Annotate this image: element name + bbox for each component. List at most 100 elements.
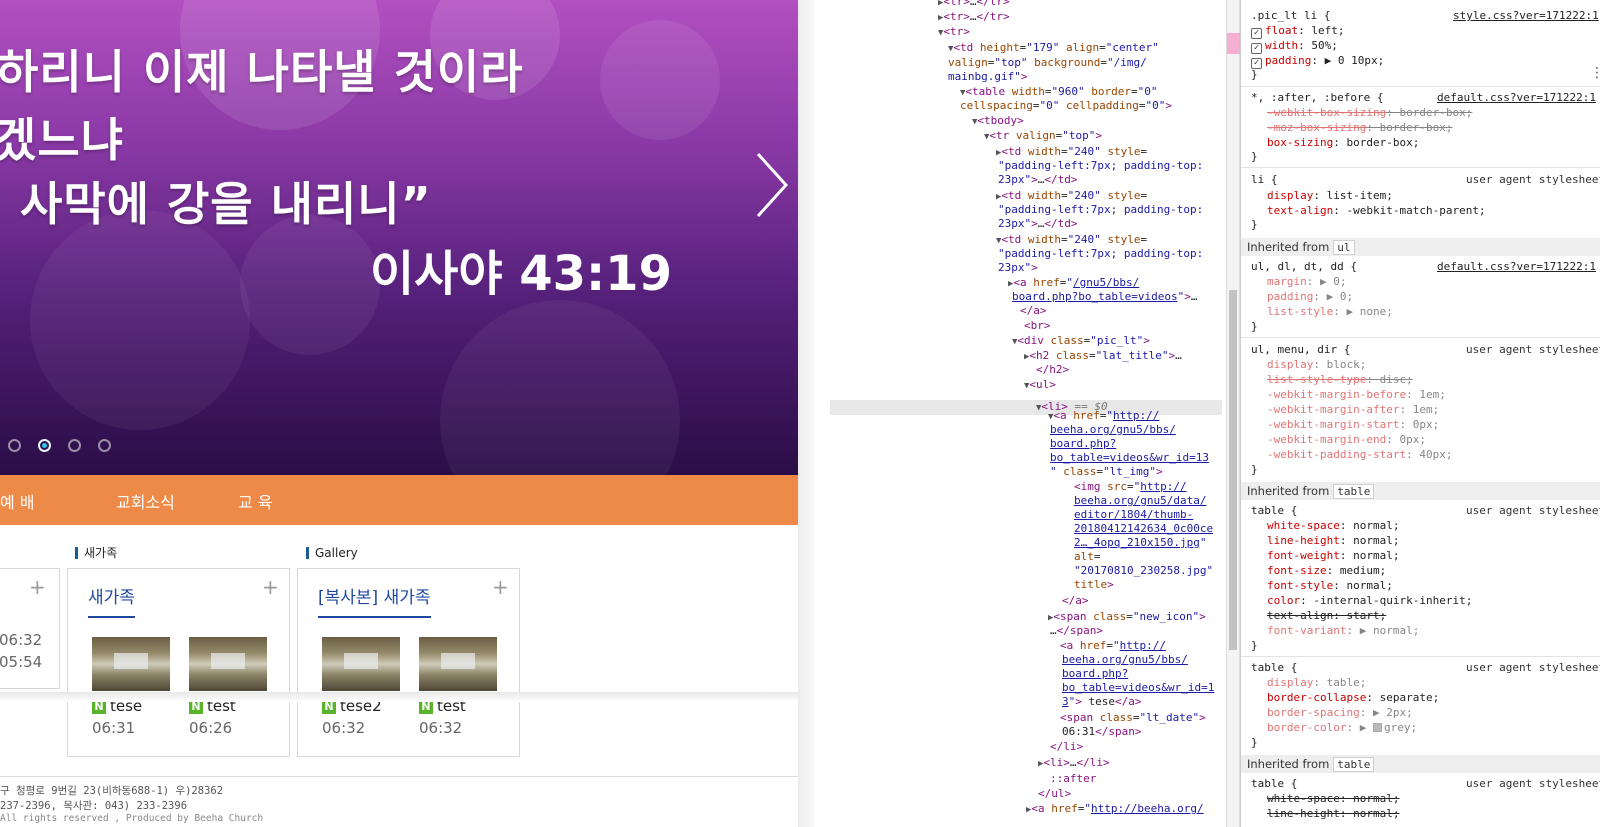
rule-separator (1241, 167, 1600, 168)
dom-node[interactable]: ▼<tbody> (972, 114, 1024, 129)
css-declaration[interactable]: font-variant: ▶ normal; (1267, 624, 1419, 638)
dom-node[interactable]: ▶<span class="new_icon"> (1048, 610, 1206, 625)
css-selector[interactable]: table { (1251, 777, 1297, 791)
more-plus-icon[interactable]: + (29, 575, 46, 599)
css-declaration[interactable]: display: table; (1267, 676, 1366, 690)
dom-node[interactable]: ▼<tr> (938, 25, 970, 40)
nav-item-church-news[interactable]: 교회소식 (116, 489, 175, 513)
dom-node[interactable]: ▼<div class="pic_lt"> (1012, 334, 1150, 349)
inherited-header: Inherited from table (1241, 755, 1600, 773)
css-declaration[interactable]: display: block; (1267, 358, 1366, 372)
css-declaration[interactable]: -webkit-margin-before: 1em; (1267, 388, 1446, 402)
dom-node[interactable]: ▼<td width="240" style= (996, 233, 1147, 248)
thumbnail-image[interactable] (419, 637, 497, 691)
declaration-checkbox[interactable]: ✓ (1251, 43, 1262, 54)
css-declaration[interactable]: padding: ▶ 0; (1267, 290, 1353, 304)
css-declaration[interactable]: white-space: normal; (1267, 519, 1399, 533)
css-selector[interactable]: ul, menu, dir { (1251, 343, 1350, 357)
css-declaration[interactable]: font-weight: normal; (1267, 549, 1399, 563)
css-declaration[interactable]: border-color: ▶ grey; (1267, 721, 1417, 735)
dom-node-cont: beeha.org/gnu5/bbs/ (1062, 653, 1188, 666)
css-declaration[interactable]: -webkit-box-sizing: border-box; (1267, 106, 1472, 120)
dom-node[interactable]: ▶<td width="240" style= (996, 145, 1147, 160)
dom-node[interactable]: ▶<a href="http://beeha.org/ (1026, 802, 1204, 817)
slider-dot-active[interactable] (38, 439, 51, 452)
css-declaration[interactable]: box-sizing: border-box; (1267, 136, 1419, 150)
slider-dot[interactable] (68, 439, 81, 452)
scrollbar-thumb[interactable] (1229, 290, 1237, 650)
dom-node[interactable]: ▶<li>…</li> (1038, 756, 1110, 771)
css-declaration[interactable]: -moz-box-sizing: border-box; (1267, 121, 1452, 135)
nav-item-education[interactable]: 교 육 (238, 489, 273, 513)
css-selector[interactable]: li { (1251, 173, 1278, 187)
dom-node[interactable]: <a href="http:// (1060, 639, 1166, 653)
dom-node[interactable]: ▶<h2 class="lat_title">… (1024, 349, 1182, 364)
css-selector[interactable]: table { (1251, 661, 1297, 675)
inherited-tag[interactable]: table (1333, 484, 1375, 499)
box-heading[interactable]: [복사본] 새가족 (318, 583, 431, 618)
dom-node-cont: 20180412142634_0c00ce (1074, 522, 1214, 535)
dom-node[interactable]: ▶<tr>…</tr> (938, 10, 1010, 25)
thumbnail-image[interactable] (322, 637, 400, 691)
dom-pseudo-after[interactable]: ::after (1050, 772, 1096, 786)
css-declaration[interactable]: -webkit-margin-after: 1em; (1267, 403, 1439, 417)
slider-dot[interactable] (98, 439, 111, 452)
nav-item-worship[interactable]: 예 배 (0, 489, 35, 513)
css-source-link[interactable]: style.css?ver=171222:1 (1453, 9, 1599, 22)
css-selector[interactable]: table { (1251, 504, 1297, 518)
css-declaration[interactable]: ✓ float: left; (1251, 24, 1345, 39)
box-heading[interactable]: 새가족 (88, 583, 135, 618)
dom-node[interactable]: <br> (1024, 319, 1051, 333)
rule-separator (1241, 86, 1600, 87)
dom-node[interactable]: ▼<tr valign="top"> (984, 129, 1102, 144)
dom-node[interactable]: ▶<tr>…</tr> (938, 0, 1010, 10)
css-declaration[interactable]: margin: ▶ 0; (1267, 275, 1347, 289)
css-declaration[interactable]: font-style: normal; (1267, 579, 1393, 593)
inherited-tag[interactable]: ul (1333, 240, 1355, 255)
css-declaration[interactable]: ✓ width: 50%; (1251, 39, 1338, 54)
css-declaration[interactable]: text-align: start; (1267, 609, 1386, 623)
css-selector[interactable]: .pic_lt li { (1251, 9, 1330, 23)
slider-next-arrow-icon[interactable] (752, 150, 792, 220)
dom-node[interactable]: ▶<a href="/gnu5/bbs/ (1008, 276, 1139, 291)
css-declaration[interactable]: text-align: -webkit-match-parent; (1267, 204, 1486, 218)
elements-scrollbar[interactable] (1226, 0, 1240, 827)
css-declaration[interactable]: list-style: ▶ none; (1267, 305, 1393, 319)
dom-node[interactable]: ▼<a href="http:// (1048, 409, 1159, 424)
dom-node[interactable]: ▼<table width="960" border="0" (960, 85, 1158, 100)
slider-dot[interactable] (8, 439, 21, 452)
css-declaration[interactable]: font-size: medium; (1267, 564, 1386, 578)
thumbnail-image[interactable] (189, 637, 267, 691)
color-swatch[interactable] (1372, 723, 1382, 732)
css-declaration[interactable]: ✓ padding: ▶ 0 10px; (1251, 54, 1384, 69)
css-source-link[interactable]: default.css?ver=171222:1 (1437, 91, 1596, 104)
more-options-icon[interactable]: ⋮ (1590, 65, 1600, 81)
dom-node-cont: mainbg.gif"> (948, 70, 1028, 83)
css-selector[interactable]: ul, dl, dt, dd { (1251, 260, 1357, 274)
dom-node[interactable]: <img src="http:// (1074, 480, 1187, 494)
css-declaration[interactable]: line-height: normal; (1267, 534, 1399, 548)
declaration-checkbox[interactable]: ✓ (1251, 28, 1262, 39)
css-declaration[interactable]: list-style-type: disc; (1267, 373, 1413, 387)
css-declaration[interactable]: white-space: normal; (1267, 792, 1399, 806)
more-plus-icon[interactable]: + (492, 575, 509, 599)
css-declaration[interactable]: border-collapse: separate; (1267, 691, 1439, 705)
css-source-link[interactable]: default.css?ver=171222:1 (1437, 260, 1596, 273)
css-declaration[interactable]: -webkit-padding-start: 40px; (1267, 448, 1452, 462)
inherited-tag[interactable]: table (1333, 757, 1375, 772)
css-selector[interactable]: *, :after, :before { (1251, 91, 1383, 105)
panel-divider[interactable] (1240, 0, 1241, 827)
css-declaration[interactable]: line-height: normal; (1267, 807, 1399, 821)
dom-node[interactable]: ▶<td width="240" style= (996, 189, 1147, 204)
css-declaration[interactable]: display: list-item; (1267, 189, 1393, 203)
css-declaration[interactable]: -webkit-margin-end: 0px; (1267, 433, 1426, 447)
more-plus-icon[interactable]: + (262, 575, 279, 599)
thumbnail-image[interactable] (92, 637, 170, 691)
css-declaration[interactable]: border-spacing: ▶ 2px; (1267, 706, 1413, 720)
item-time: 06:32 (0, 631, 43, 649)
dom-node[interactable]: ▼<td height="179" align="center" (948, 41, 1159, 56)
css-declaration[interactable]: -webkit-margin-start: 0px; (1267, 418, 1439, 432)
dom-node[interactable]: <span class="lt_date"> (1060, 711, 1206, 725)
dom-node[interactable]: ▼<ul> (1024, 378, 1056, 393)
css-declaration[interactable]: color: -internal-quirk-inherit; (1267, 594, 1472, 608)
